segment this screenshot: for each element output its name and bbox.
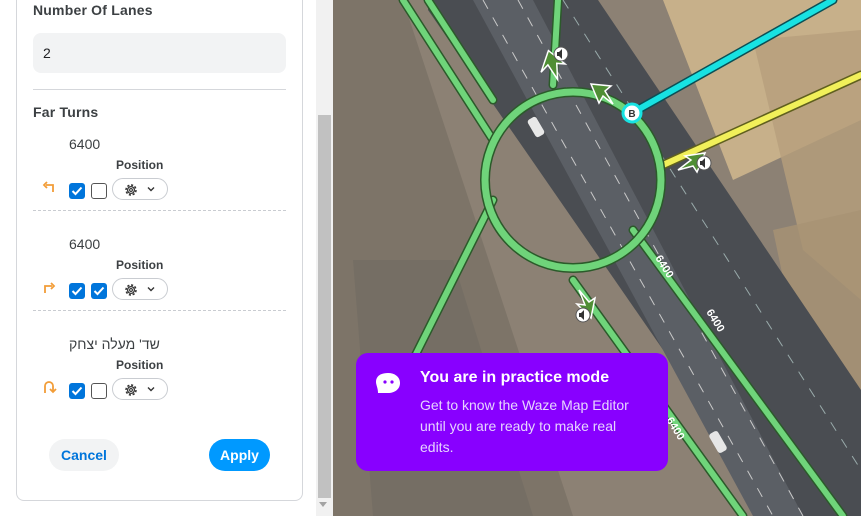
checkmark-icon (71, 386, 83, 396)
toast-title: You are in practice mode (420, 369, 610, 386)
turn-road-name: 6400 (69, 136, 101, 152)
segment-edit-panel: Number Of Lanes 2 Far Turns 6400 Positio… (0, 0, 333, 516)
turn-road-name: 6400 (69, 236, 101, 252)
turn-road-name: שד' מעלה יצחק (69, 336, 160, 352)
speaker-icon[interactable] (553, 46, 569, 62)
turn-checkbox-2[interactable] (91, 383, 107, 399)
gear-icon (125, 384, 137, 396)
lanes-card (16, 0, 303, 501)
turn-checkbox-1[interactable] (69, 383, 85, 399)
position-label: Position (116, 358, 164, 372)
practice-mode-toast: You are in practice mode Get to know the… (356, 353, 668, 471)
speaker-icon[interactable] (575, 307, 591, 323)
waze-ghost-icon (376, 373, 400, 393)
position-label: Position (116, 258, 164, 272)
gear-icon (125, 284, 137, 296)
turn-divider (33, 210, 286, 211)
speaker-icon[interactable] (696, 155, 712, 171)
turn-checkbox-2[interactable] (91, 283, 107, 299)
cancel-button[interactable]: Cancel (49, 439, 119, 471)
checkmark-icon (71, 186, 83, 196)
number-of-lanes-input[interactable]: 2 (33, 33, 286, 73)
chevron-down-icon (147, 287, 155, 292)
position-label: Position (116, 158, 164, 172)
turn-checkbox-2[interactable] (91, 183, 107, 199)
position-settings-button[interactable] (112, 278, 168, 300)
scrollbar-thumb[interactable] (318, 115, 331, 498)
far-turns-title: Far Turns (33, 104, 99, 120)
turn-left-arrow-icon (42, 181, 54, 192)
turn-checkbox-1[interactable] (69, 183, 85, 199)
scroll-down-arrow-icon[interactable] (319, 502, 327, 507)
gear-icon (125, 184, 137, 196)
position-settings-button[interactable] (112, 178, 168, 200)
number-of-lanes-title: Number Of Lanes (33, 2, 153, 18)
u-turn-arrow-icon (44, 381, 57, 394)
checkmark-icon (93, 286, 105, 296)
position-settings-button[interactable] (112, 378, 168, 400)
chevron-down-icon (147, 187, 155, 192)
checkmark-icon (71, 286, 83, 296)
divider (33, 89, 286, 90)
chevron-down-icon (147, 387, 155, 392)
junction-node-b[interactable]: B (621, 102, 643, 124)
apply-button[interactable]: Apply (209, 439, 270, 471)
turn-checkbox-1[interactable] (69, 283, 85, 299)
turn-divider (33, 310, 286, 311)
toast-body: Get to know the Waze Map Editor until yo… (420, 397, 629, 455)
svg-text:B: B (628, 109, 635, 120)
turn-right-arrow-icon (44, 282, 56, 293)
